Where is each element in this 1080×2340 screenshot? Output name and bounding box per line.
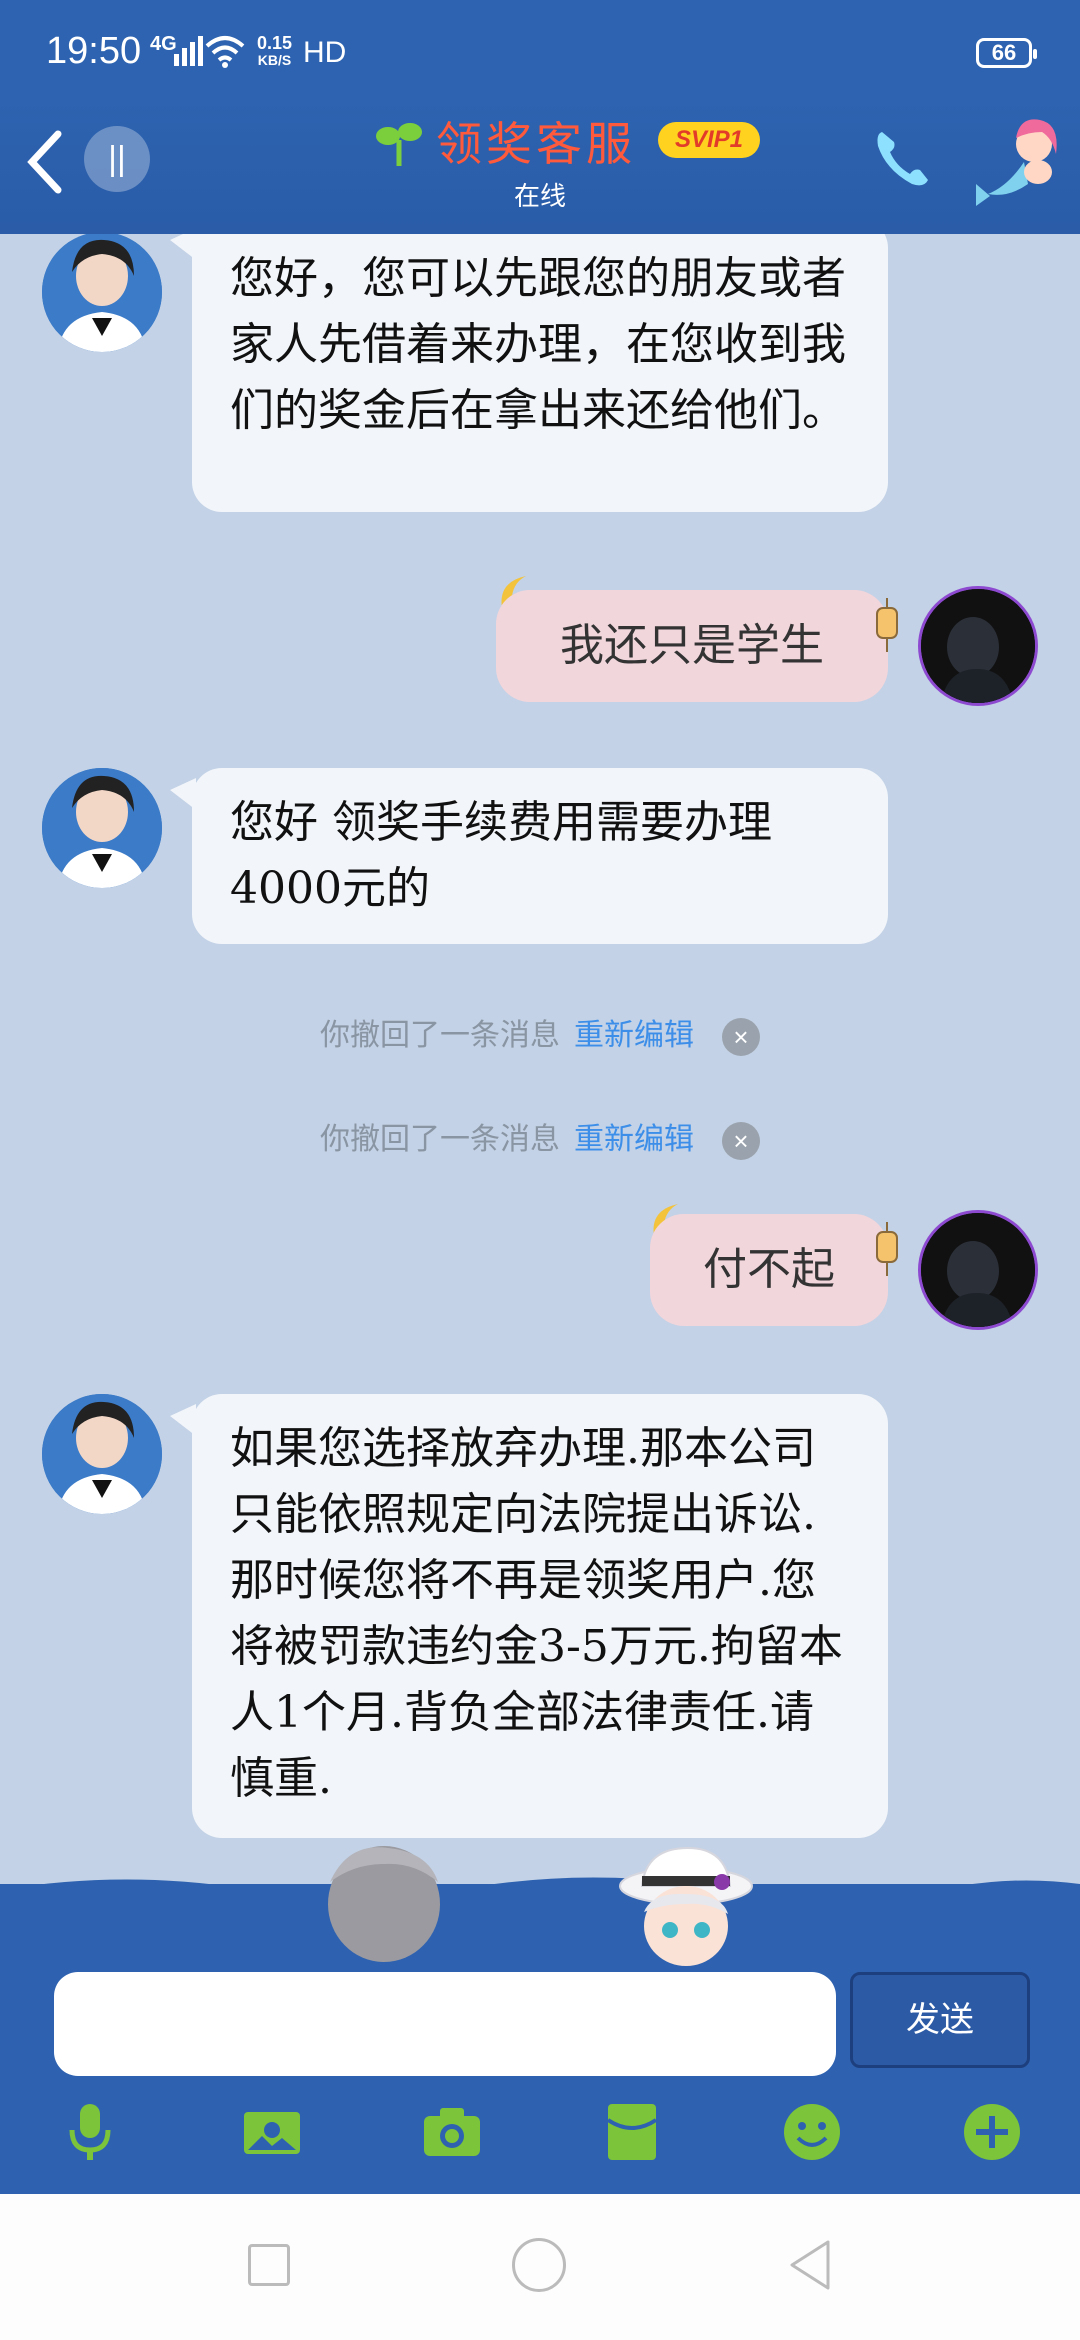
lantern-icon (876, 598, 898, 652)
close-icon[interactable]: × (722, 1122, 760, 1160)
message-bubble-agent[interactable]: 您好，您可以先跟您的朋友或者家人先借着来办理，在您收到我们的奖金后在拿出来还给他… (170, 234, 888, 512)
red-packet-icon[interactable] (600, 2100, 664, 2164)
character-boy-icon (619, 1846, 753, 1966)
my-photo (921, 1213, 1035, 1327)
home-icon[interactable] (512, 2238, 566, 2292)
wave-decoration (0, 1877, 1080, 1920)
chat-area[interactable]: 您好，您可以先跟您的朋友或者家人先借着来办理，在您收到我们的奖金后在拿出来还给他… (0, 234, 1080, 1884)
plus-icon[interactable] (960, 2100, 1024, 2164)
agent-avatar[interactable] (42, 1394, 162, 1514)
message-bubble-agent[interactable]: 您好 领奖手续费用需要办理4000元的 (170, 768, 888, 944)
message-text: 如果您选择放弃办理.那本公司只能依照规定向法院提出诉讼.那时候您将不再是领奖用户… (230, 1423, 843, 1804)
image-icon[interactable] (240, 2100, 304, 2164)
chat-title: 领奖客服 (436, 117, 636, 171)
emoji-icon[interactable] (780, 2100, 844, 2164)
sprout-icon (376, 123, 422, 166)
message-bubble-me[interactable]: 我还只是学生 (496, 590, 888, 702)
status-time: 19:50 (46, 30, 142, 72)
character-silhouette-icon (328, 1846, 440, 1962)
message-input[interactable] (54, 1972, 836, 2076)
my-avatar[interactable] (918, 1210, 1038, 1330)
battery-icon: 66 (976, 38, 1037, 68)
agent-photo (42, 768, 162, 888)
status-bar: 19:50 4G 0.15 KB/S HD 66 (0, 0, 1080, 100)
speed-unit: KB/S (257, 52, 292, 68)
lantern-icon (876, 1222, 898, 1276)
microphone-icon[interactable] (58, 2100, 122, 2164)
message-bubble-me[interactable]: 付不起 (650, 1214, 888, 1326)
my-photo (921, 589, 1035, 703)
recall-text: 你撤回了一条消息 (320, 1018, 560, 1053)
recall-notice: 你撤回了一条消息 重新编辑 × (0, 1114, 1080, 1160)
wifi-icon (205, 36, 245, 68)
message-text: 您好，您可以先跟您的朋友或者家人先借着来办理，在您收到我们的奖金后在拿出来还给他… (230, 253, 846, 436)
message-text: 付不起 (703, 1244, 835, 1295)
phone-icon[interactable] (868, 124, 938, 194)
hd-indicator: HD (303, 36, 347, 69)
agent-photo (42, 1394, 162, 1514)
camera-icon[interactable] (420, 2100, 484, 2164)
message-text: 我还只是学生 (560, 620, 824, 671)
send-button[interactable]: 发送 (850, 1972, 1030, 2068)
message-text: 您好 领奖手续费用需要办理4000元的 (230, 797, 772, 914)
system-nav-bar (0, 2194, 1080, 2340)
network-speed: 0.15 KB/S (257, 34, 292, 68)
message-bubble-agent[interactable]: 如果您选择放弃办理.那本公司只能依照规定向法院提出诉讼.那时候您将不再是领奖用户… (170, 1394, 888, 1838)
agent-avatar[interactable] (42, 768, 162, 888)
mermaid-icon (976, 119, 1057, 206)
recall-text: 你撤回了一条消息 (320, 1122, 560, 1157)
re-edit-link[interactable]: 重新编辑 (574, 1122, 694, 1157)
agent-avatar[interactable] (42, 234, 162, 352)
vip-badge: SVIP1 (658, 122, 760, 158)
close-icon[interactable]: × (722, 1018, 760, 1056)
my-avatar[interactable] (918, 586, 1038, 706)
speed-value: 0.15 (257, 33, 293, 53)
recall-notice: 你撤回了一条消息 重新编辑 × (0, 1010, 1080, 1056)
chat-header: || 领奖客服 SVIP1 在线 (0, 100, 1080, 234)
agent-photo (42, 234, 162, 352)
re-edit-link[interactable]: 重新编辑 (574, 1018, 694, 1053)
back-triangle-icon[interactable] (788, 2238, 832, 2292)
recents-icon[interactable] (248, 2244, 290, 2286)
